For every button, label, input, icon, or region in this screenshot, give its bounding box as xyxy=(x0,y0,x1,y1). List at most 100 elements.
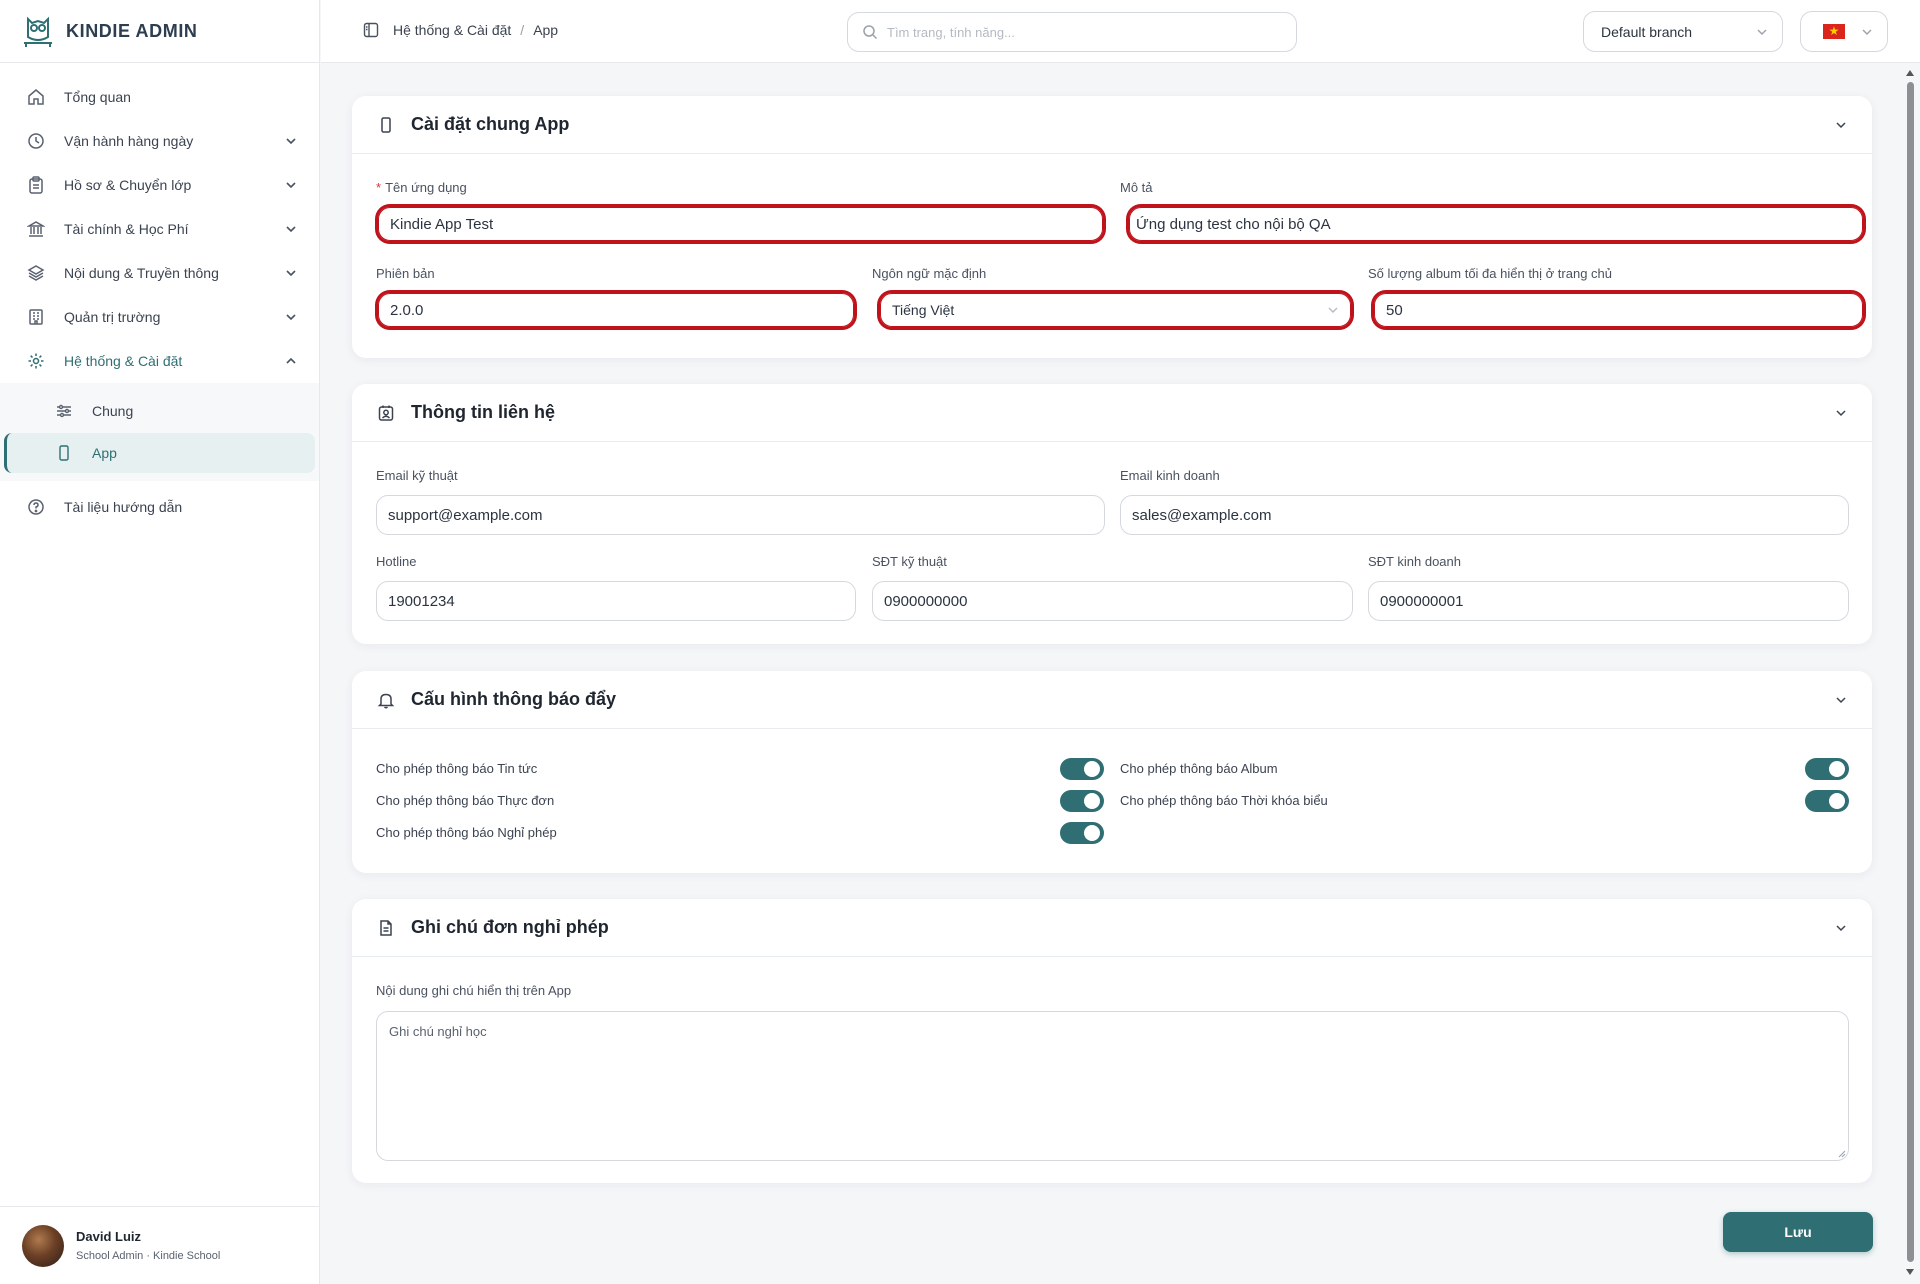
album-count-value: 50 xyxy=(1386,301,1403,319)
description-label: Mô tả xyxy=(1120,180,1153,195)
sidebar-item-overview[interactable]: Tổng quan xyxy=(0,75,319,119)
scrollbar-thumb[interactable] xyxy=(1907,82,1914,1262)
chevron-down-icon xyxy=(286,138,296,145)
clipboard-icon xyxy=(29,176,43,194)
resize-handle-icon[interactable] xyxy=(1838,1150,1846,1158)
app-name-label: * Tên ứng dụng xyxy=(376,180,467,195)
description-field[interactable]: Ứng dụng test cho nội bộ QA xyxy=(1129,207,1863,241)
bank-icon xyxy=(27,221,45,237)
sidebar-item-content[interactable]: Nội dung & Truyền thông xyxy=(0,251,319,295)
chevron-down-icon xyxy=(1757,29,1767,35)
toggle-menu[interactable] xyxy=(1060,790,1104,812)
toggle-label-timetable: Cho phép thông báo Thời khóa biểu xyxy=(1120,793,1328,808)
sidebar-subitem-app[interactable]: App xyxy=(4,433,315,473)
save-button[interactable]: Lưu xyxy=(1723,1212,1873,1252)
home-icon xyxy=(28,89,44,105)
language-select[interactable] xyxy=(1800,11,1888,52)
chevron-down-icon xyxy=(286,182,296,189)
sales-phone-field[interactable]: 0900000001 xyxy=(1368,581,1849,621)
scroll-up-arrow-icon[interactable] xyxy=(1906,70,1914,76)
card-header[interactable]: Cấu hình thông báo đẩy xyxy=(352,671,1872,729)
sidebar-item-daily-ops[interactable]: Vận hành hàng ngày xyxy=(0,119,319,163)
album-count-field[interactable]: 50 xyxy=(1374,293,1863,327)
search-icon xyxy=(863,25,878,40)
chevron-down-icon[interactable] xyxy=(1834,118,1848,132)
version-field[interactable]: 2.0.0 xyxy=(378,293,854,327)
sidebar-nav: Tổng quan Vận hành hàng ngày Hồ sơ & Chu… xyxy=(0,63,319,529)
breadcrumb-separator: / xyxy=(520,22,525,38)
toggle-label-menu: Cho phép thông báo Thực đơn xyxy=(376,793,555,808)
sales-email-value: sales@example.com xyxy=(1132,506,1272,524)
sidebar-toggle-icon[interactable] xyxy=(363,22,379,38)
sidebar-item-records[interactable]: Hồ sơ & Chuyển lớp xyxy=(0,163,319,207)
scroll-down-arrow-icon[interactable] xyxy=(1906,1269,1914,1275)
album-count-label: Số lượng album tối đa hiển thị ở trang c… xyxy=(1368,266,1613,281)
user-role: School Admin · Kindie School xyxy=(76,1250,221,1262)
card-general-settings: Cài đặt chung App * Tên ứng dụng Kindie A… xyxy=(352,96,1872,358)
tech-phone-value: 0900000000 xyxy=(884,592,968,610)
sidebar-item-label: Quản trị trường xyxy=(64,309,161,325)
sidebar-item-label: Nội dung & Truyền thông xyxy=(64,265,219,281)
card-contact-info: Thông tin liên hệ Email kỹ thuật support… xyxy=(352,384,1872,644)
branch-select[interactable]: Default branch xyxy=(1583,11,1783,52)
brand[interactable]: KINDIE ADMIN xyxy=(0,0,319,63)
sidebar-subitem-label: App xyxy=(92,445,117,461)
card-title: Thông tin liên hệ xyxy=(411,402,555,422)
chevron-down-icon xyxy=(286,314,296,321)
app-name-label-text: Tên ứng dụng xyxy=(385,180,467,195)
breadcrumb: Hệ thống & Cài đặt / App xyxy=(363,22,558,38)
toggle-album[interactable] xyxy=(1805,758,1849,780)
sidebar-item-school-admin[interactable]: Quản trị trường xyxy=(0,295,319,339)
sales-email-label: Email kinh doanh xyxy=(1120,468,1220,483)
sales-email-field[interactable]: sales@example.com xyxy=(1120,495,1849,535)
user-profile[interactable]: David Luiz School Admin · Kindie School xyxy=(0,1206,320,1284)
tech-email-field[interactable]: support@example.com xyxy=(376,495,1105,535)
toggle-label-news: Cho phép thông báo Tin tức xyxy=(376,761,538,776)
language-value: Tiếng Việt xyxy=(892,302,955,318)
leave-note-textarea[interactable]: Ghi chú nghỉ học xyxy=(376,1011,1849,1161)
language-select-field[interactable]: Tiếng Việt xyxy=(880,293,1351,327)
chevron-down-icon[interactable] xyxy=(1834,921,1848,935)
chevron-down-icon[interactable] xyxy=(1834,406,1848,420)
scrollbar[interactable] xyxy=(1906,70,1915,1275)
hotline-label: Hotline xyxy=(376,554,417,569)
chevron-down-icon xyxy=(286,226,296,233)
help-icon xyxy=(28,499,44,515)
hotline-field[interactable]: 19001234 xyxy=(376,581,856,621)
tech-email-label: Email kỹ thuật xyxy=(376,468,458,483)
toggle-news[interactable] xyxy=(1060,758,1104,780)
tech-phone-label: SĐT kỹ thuật xyxy=(872,554,947,569)
tech-email-value: support@example.com xyxy=(388,506,543,524)
toggle-leave[interactable] xyxy=(1060,822,1104,844)
contact-card-icon xyxy=(378,405,394,421)
toggle-timetable[interactable] xyxy=(1805,790,1849,812)
sidebar-item-finance[interactable]: Tài chính & Học Phí xyxy=(0,207,319,251)
search-input[interactable] xyxy=(887,24,1267,40)
tech-phone-field[interactable]: 0900000000 xyxy=(872,581,1353,621)
app-name-value: Kindie App Test xyxy=(390,215,494,233)
sidebar-subitem-general[interactable]: Chung xyxy=(4,391,315,431)
version-label: Phiên bản xyxy=(376,266,435,281)
sidebar-item-label: Tổng quan xyxy=(64,89,131,105)
breadcrumb-current: App xyxy=(533,22,559,38)
card-push-notifications: Cấu hình thông báo đẩy Cho phép thông bá… xyxy=(352,671,1872,873)
card-header[interactable]: Thông tin liên hệ xyxy=(352,384,1872,442)
app-name-field[interactable]: Kindie App Test xyxy=(378,207,1103,241)
card-header[interactable]: Cài đặt chung App xyxy=(352,96,1872,154)
sidebar-item-label: Hệ thống & Cài đặt xyxy=(64,353,183,369)
chevron-up-icon xyxy=(286,357,296,364)
chevron-down-icon[interactable] xyxy=(1834,693,1848,707)
sidebar-item-label: Hồ sơ & Chuyển lớp xyxy=(64,177,192,193)
sidebar-item-system-settings[interactable]: Hệ thống & Cài đặt xyxy=(0,339,319,383)
building-icon xyxy=(29,309,43,325)
user-name: David Luiz xyxy=(76,1229,142,1244)
breadcrumb-parent[interactable]: Hệ thống & Cài đặt xyxy=(393,22,511,38)
card-header[interactable]: Ghi chú đơn nghỉ phép xyxy=(352,899,1872,957)
search-box[interactable] xyxy=(847,12,1297,52)
vietnam-flag-icon xyxy=(1823,22,1845,40)
version-value: 2.0.0 xyxy=(390,301,424,319)
sidebar-item-docs[interactable]: Tài liệu hướng dẫn xyxy=(0,485,319,529)
submenu-system-settings: Chung App xyxy=(0,383,319,481)
language-label: Ngôn ngữ mặc định xyxy=(872,266,987,281)
bell-icon xyxy=(377,693,395,708)
